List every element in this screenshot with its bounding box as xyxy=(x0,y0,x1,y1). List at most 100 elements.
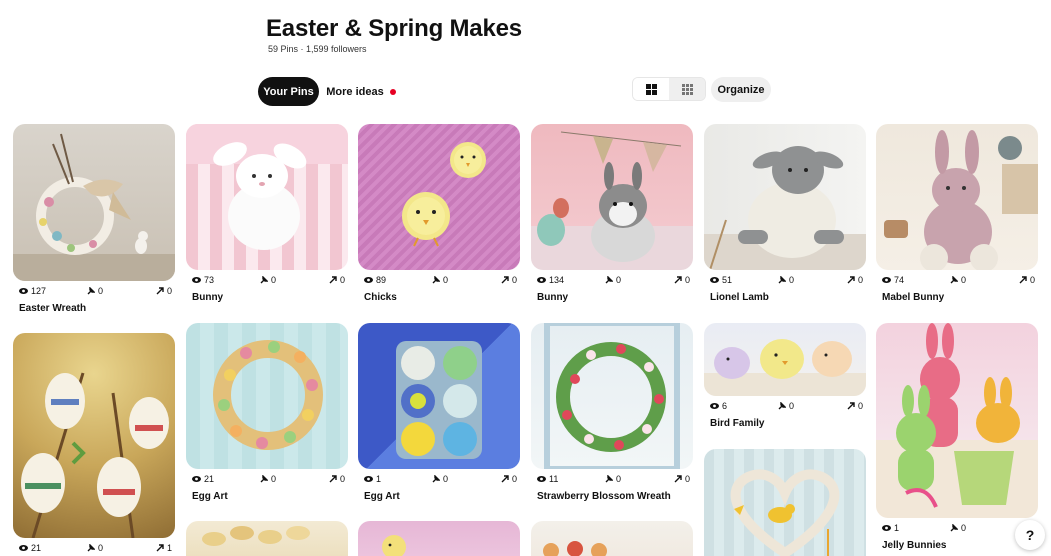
saves-stat: 0 xyxy=(950,523,966,533)
pin-card[interactable]: 74 0 0 Mabel Bunny xyxy=(876,124,1038,303)
views-count: 1 xyxy=(894,523,900,533)
views-count: 127 xyxy=(31,286,47,296)
pin-image[interactable] xyxy=(531,521,693,556)
pin-image[interactable] xyxy=(358,521,520,556)
pin-image[interactable] xyxy=(531,323,693,469)
views-count: 134 xyxy=(549,275,565,285)
pin-card[interactable] xyxy=(358,521,520,556)
tab-your-pins[interactable]: Your Pins xyxy=(258,77,319,106)
eye-icon xyxy=(192,277,201,283)
views-count: 51 xyxy=(722,275,733,285)
pin-icon xyxy=(260,276,268,284)
pin-title: Bunny xyxy=(537,292,569,303)
arrow-up-right-icon xyxy=(156,544,164,552)
wreath-picture xyxy=(13,133,175,281)
pin-card[interactable]: 6 0 0 Bird Family xyxy=(704,323,866,429)
chicks-picture xyxy=(402,142,486,247)
view-compact-button[interactable] xyxy=(669,78,705,100)
pin-card[interactable]: 73 0 0 Bunny xyxy=(186,124,348,303)
views-stat: 21 xyxy=(192,474,214,484)
help-label: ? xyxy=(1025,527,1035,543)
shares-stat: 0 xyxy=(156,286,172,296)
shares-stat: 0 xyxy=(329,275,345,285)
views-stat: 89 xyxy=(364,275,386,285)
board-meta[interactable]: 59 Pins · 1,599 followers xyxy=(268,44,367,54)
views-stat: 1 xyxy=(882,523,899,533)
pin-image[interactable] xyxy=(13,124,175,281)
pin-title: Lionel Lamb xyxy=(710,292,769,303)
strawberry-wreath-picture xyxy=(544,323,680,469)
tab-more-ideas[interactable]: More ideas xyxy=(320,77,402,106)
bird-family-picture xyxy=(704,339,866,396)
pin-image[interactable] xyxy=(13,333,175,538)
help-button[interactable]: ? xyxy=(1015,520,1045,550)
eye-icon xyxy=(192,476,201,482)
arrow-up-right-icon xyxy=(329,276,337,284)
views-stat: 73 xyxy=(192,275,214,285)
saves-stat: 0 xyxy=(432,474,448,484)
views-count: 1 xyxy=(376,474,382,484)
pin-image[interactable] xyxy=(186,323,348,469)
shares-stat: 0 xyxy=(674,474,690,484)
shares-stat: 0 xyxy=(674,275,690,285)
pin-title: Egg Art xyxy=(192,491,228,502)
pin-card[interactable]: 21 0 1 xyxy=(13,333,175,556)
pin-image[interactable] xyxy=(186,521,348,556)
saves-stat: 0 xyxy=(260,275,276,285)
pin-image[interactable] xyxy=(358,124,520,270)
saves-stat: 0 xyxy=(950,275,966,285)
eye-icon xyxy=(882,525,891,531)
pin-card[interactable]: 134 0 0 Bunny xyxy=(531,124,693,303)
views-stat: 74 xyxy=(882,275,904,285)
pin-card[interactable]: 1 0 Jelly Bunnies xyxy=(876,323,1038,551)
arrow-up-right-icon xyxy=(674,276,682,284)
pin-card[interactable] xyxy=(186,521,348,556)
shares-count: 0 xyxy=(511,275,517,285)
pin-icon xyxy=(605,276,613,284)
pin-card[interactable]: 21 0 0 Egg Art xyxy=(186,323,348,502)
views-stat: 6 xyxy=(710,401,727,411)
pin-title: Bunny xyxy=(192,292,224,303)
shares-count: 0 xyxy=(857,275,863,285)
grid-compact-icon xyxy=(681,83,693,95)
views-stat: 21 xyxy=(19,543,41,553)
pin-image[interactable] xyxy=(704,124,866,270)
pin-card[interactable] xyxy=(704,449,866,556)
pin-card[interactable]: 89 0 0 Chicks xyxy=(358,124,520,303)
pin-card[interactable] xyxy=(531,521,693,556)
pin-icon xyxy=(950,524,958,532)
pin-icon xyxy=(950,276,958,284)
pin-image[interactable] xyxy=(186,124,348,270)
pin-image[interactable] xyxy=(704,449,866,556)
view-default-button[interactable] xyxy=(633,78,669,100)
views-stat: 134 xyxy=(537,275,564,285)
shares-count: 0 xyxy=(684,474,690,484)
views-count: 6 xyxy=(722,401,728,411)
saves-stat: 0 xyxy=(432,275,448,285)
arrow-up-right-icon xyxy=(156,287,164,295)
pin-image[interactable] xyxy=(531,124,693,270)
heart-wreath-picture xyxy=(730,469,840,556)
pin-card[interactable]: 51 0 0 Lionel Lamb xyxy=(704,124,866,303)
pin-image[interactable] xyxy=(358,323,520,469)
pin-title: Jelly Bunnies xyxy=(882,540,947,551)
cupcakes-picture xyxy=(202,526,310,546)
organize-button[interactable]: Organize xyxy=(711,77,771,102)
shares-count: 0 xyxy=(166,286,172,296)
shares-stat: 0 xyxy=(501,474,517,484)
pin-card[interactable]: 11 0 0 Strawberry Blossom Wreath xyxy=(531,323,693,502)
pin-image[interactable] xyxy=(704,323,866,396)
grid-large-icon xyxy=(645,83,657,95)
pin-card[interactable]: 1 0 0 Egg Art xyxy=(358,323,520,502)
shares-stat: 0 xyxy=(847,401,863,411)
arrow-up-right-icon xyxy=(501,475,509,483)
saves-stat: 0 xyxy=(87,543,103,553)
tab-more-ideas-label: More ideas xyxy=(326,85,384,98)
shares-stat: 0 xyxy=(1019,275,1035,285)
pin-title: Chicks xyxy=(364,292,397,303)
pin-card[interactable]: 127 0 0 Easter Wreath xyxy=(13,124,175,314)
pin-image[interactable] xyxy=(876,323,1038,518)
views-count: 21 xyxy=(31,543,42,553)
lamb-picture xyxy=(704,146,866,270)
pin-image[interactable] xyxy=(876,124,1038,270)
